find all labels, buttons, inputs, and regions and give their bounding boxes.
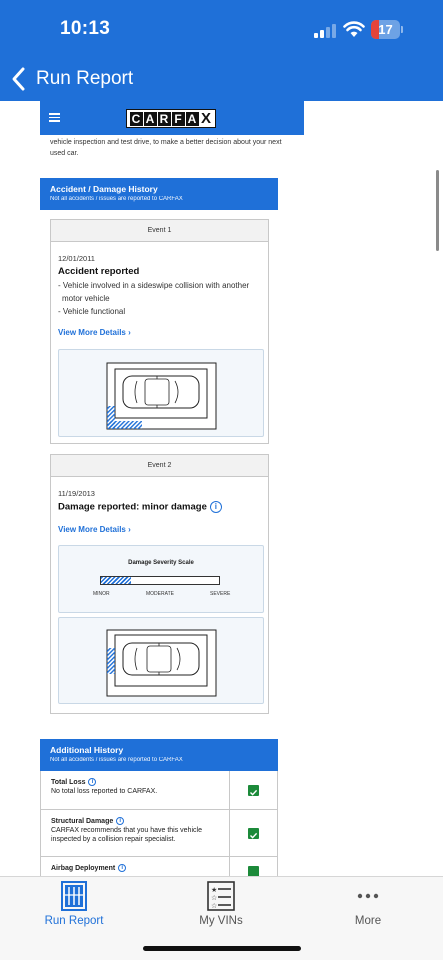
back-label: Run Report: [36, 68, 134, 89]
check-icon: [248, 827, 259, 839]
cellular-signal-icon: [314, 24, 336, 38]
carfax-header: CARFAX: [40, 101, 304, 135]
event-date: 12/01/2011: [58, 254, 95, 263]
tab-label: Run Report: [44, 915, 104, 927]
car-icon: [122, 642, 200, 676]
info-icon[interactable]: i: [209, 501, 222, 513]
event-detail-line: - Vehicle involved in a sideswipe collis…: [58, 281, 250, 303]
severity-title: Damage Severity Scale: [128, 560, 194, 566]
history-row-airbag-deployment: Airbag Deployment i: [40, 857, 278, 876]
row-title: Structural Damage: [51, 818, 114, 825]
event-card-1: Event 1 12/01/2011 Accident reported - V…: [50, 219, 269, 444]
accident-history-header: Accident / Damage History Not all accide…: [40, 178, 278, 210]
tab-my-vins[interactable]: ★ ☆ ☆ My VINs: [147, 881, 295, 931]
row-text: No total loss reported to CARFAX.: [51, 788, 158, 795]
more-icon: [357, 893, 379, 899]
svg-text:☆: ☆: [211, 894, 217, 902]
tab-run-report[interactable]: Run Report: [0, 881, 148, 931]
history-row-total-loss: Total Loss i No total loss reported to CAR…: [40, 771, 278, 810]
damage-diagram: [58, 349, 264, 437]
svg-text:☆: ☆: [211, 902, 217, 910]
severity-label-minor: MINOR: [93, 591, 110, 597]
wifi-icon: [343, 21, 365, 37]
scroll-indicator[interactable]: [436, 170, 439, 251]
severity-bar: [100, 576, 220, 585]
chevron-left-icon: [12, 67, 25, 91]
section-subtitle: Not all accidents / issues are reported …: [50, 757, 183, 763]
info-icon[interactable]: i: [116, 817, 125, 826]
event-header: Event 2: [51, 455, 268, 477]
info-icon[interactable]: i: [88, 778, 97, 787]
car-icon: [122, 375, 200, 409]
check-icon: [248, 865, 259, 876]
damage-severity-scale: Damage Severity Scale MINOR MODERATE SEV…: [58, 545, 264, 613]
list-icon: ★ ☆ ☆: [207, 881, 235, 911]
check-icon: [248, 784, 259, 796]
section-title: Accident / Damage History: [50, 184, 158, 194]
event-details: - Vehicle involved in a sideswipe collis…: [58, 279, 258, 318]
section-subtitle: Not all accidents / issues are reported …: [50, 196, 183, 202]
back-button[interactable]: Run Report: [10, 64, 133, 94]
tab-label: More: [354, 915, 382, 927]
intro-text: vehicle inspection and test drive, to ma…: [50, 139, 282, 157]
event-date: 11/19/2013: [58, 489, 95, 498]
svg-text:★: ★: [211, 886, 217, 894]
hamburger-menu-icon[interactable]: [49, 113, 60, 122]
tab-more[interactable]: More: [294, 881, 442, 931]
run-report-icon: [61, 881, 87, 911]
event-card-2: Event 2 11/19/2013 Damage reported: mino…: [50, 454, 269, 714]
row-title: Total Loss: [51, 779, 86, 786]
info-icon[interactable]: i: [118, 864, 127, 873]
row-text: CARFAX recommends that you have this veh…: [51, 827, 202, 843]
severity-label-severe: SEVERE: [210, 591, 231, 597]
home-indicator: [143, 946, 301, 951]
additional-history-header: Additional History Not all accidents / i…: [40, 739, 278, 771]
event-title: Damage reported: minor damage i: [58, 501, 222, 513]
car-damage-diagram: [106, 362, 217, 430]
history-row-structural-damage: Structural Damage i CARFAX recommends that…: [40, 810, 278, 857]
report-webview[interactable]: CARFAX vehicle inspection and test drive…: [40, 101, 304, 876]
top-bar: 10:13 17 Run Report: [0, 0, 443, 101]
event-detail-line: - Vehicle functional: [58, 307, 126, 316]
status-time: 10:13: [60, 18, 111, 39]
additional-history-table: Total Loss i No total loss reported to CAR…: [40, 771, 278, 876]
battery-level: 17: [378, 22, 393, 37]
event-title: Accident reported: [58, 266, 140, 277]
severity-fill: [101, 577, 131, 584]
carfax-logo: CARFAX: [126, 109, 216, 128]
row-title: Airbag Deployment: [51, 865, 116, 872]
view-more-details-link[interactable]: View More Details ›: [58, 525, 131, 534]
event-header: Event 1: [51, 220, 268, 242]
tab-label: My VINs: [199, 915, 243, 927]
battery-icon: 17: [371, 20, 403, 39]
view-more-details-link[interactable]: View More Details ›: [58, 328, 131, 337]
severity-label-moderate: MODERATE: [146, 591, 174, 597]
section-title: Additional History: [50, 745, 124, 755]
car-damage-diagram: [106, 629, 217, 697]
damage-diagram: [58, 617, 264, 704]
